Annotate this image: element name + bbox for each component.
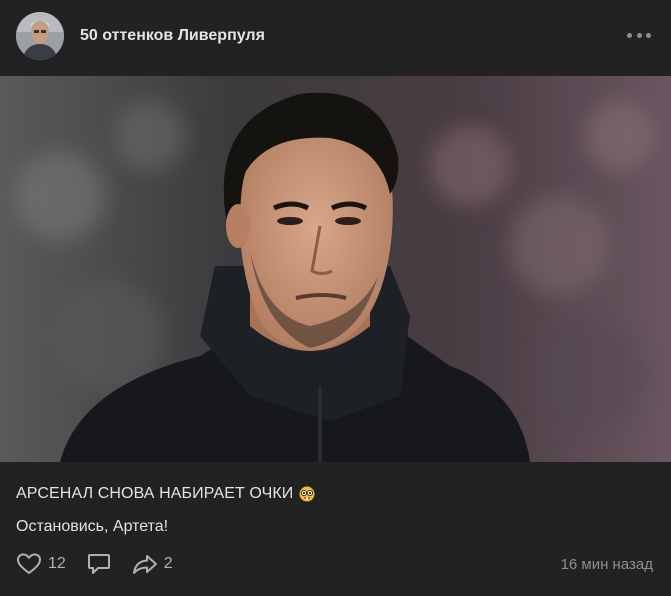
repost-count: 2: [163, 555, 173, 572]
post-card: 50 оттенков Ливерпуля АРСЕНАЛ СНОВА НАБИ…: [0, 0, 671, 596]
more-icon[interactable]: [627, 28, 651, 42]
post-body-text: Остановись, Артета!: [16, 518, 169, 535]
like-button[interactable]: 12: [16, 550, 66, 578]
nerd-face-emoji-icon: [299, 486, 315, 502]
group-name[interactable]: 50 оттенков Ливерпуля: [80, 27, 265, 45]
share-button[interactable]: 2: [132, 550, 173, 578]
group-avatar[interactable]: [16, 12, 64, 60]
post-photo[interactable]: [0, 76, 671, 462]
like-count: 12: [48, 555, 66, 572]
post-timestamp[interactable]: 16 мин назад: [561, 556, 653, 573]
heart-icon: [17, 553, 41, 574]
comment-button[interactable]: [86, 550, 112, 578]
post-headline: АРСЕНАЛ СНОВА НАБИРАЕТ ОЧКИ: [16, 485, 315, 503]
headline-text: АРСЕНАЛ СНОВА НАБИРАЕТ ОЧКИ: [16, 485, 294, 502]
post-header: 50 оттенков Ливерпуля: [0, 0, 671, 76]
comment-icon: [87, 554, 110, 574]
post-actions: 12 2: [16, 550, 193, 578]
share-arrow-icon: [132, 555, 157, 574]
